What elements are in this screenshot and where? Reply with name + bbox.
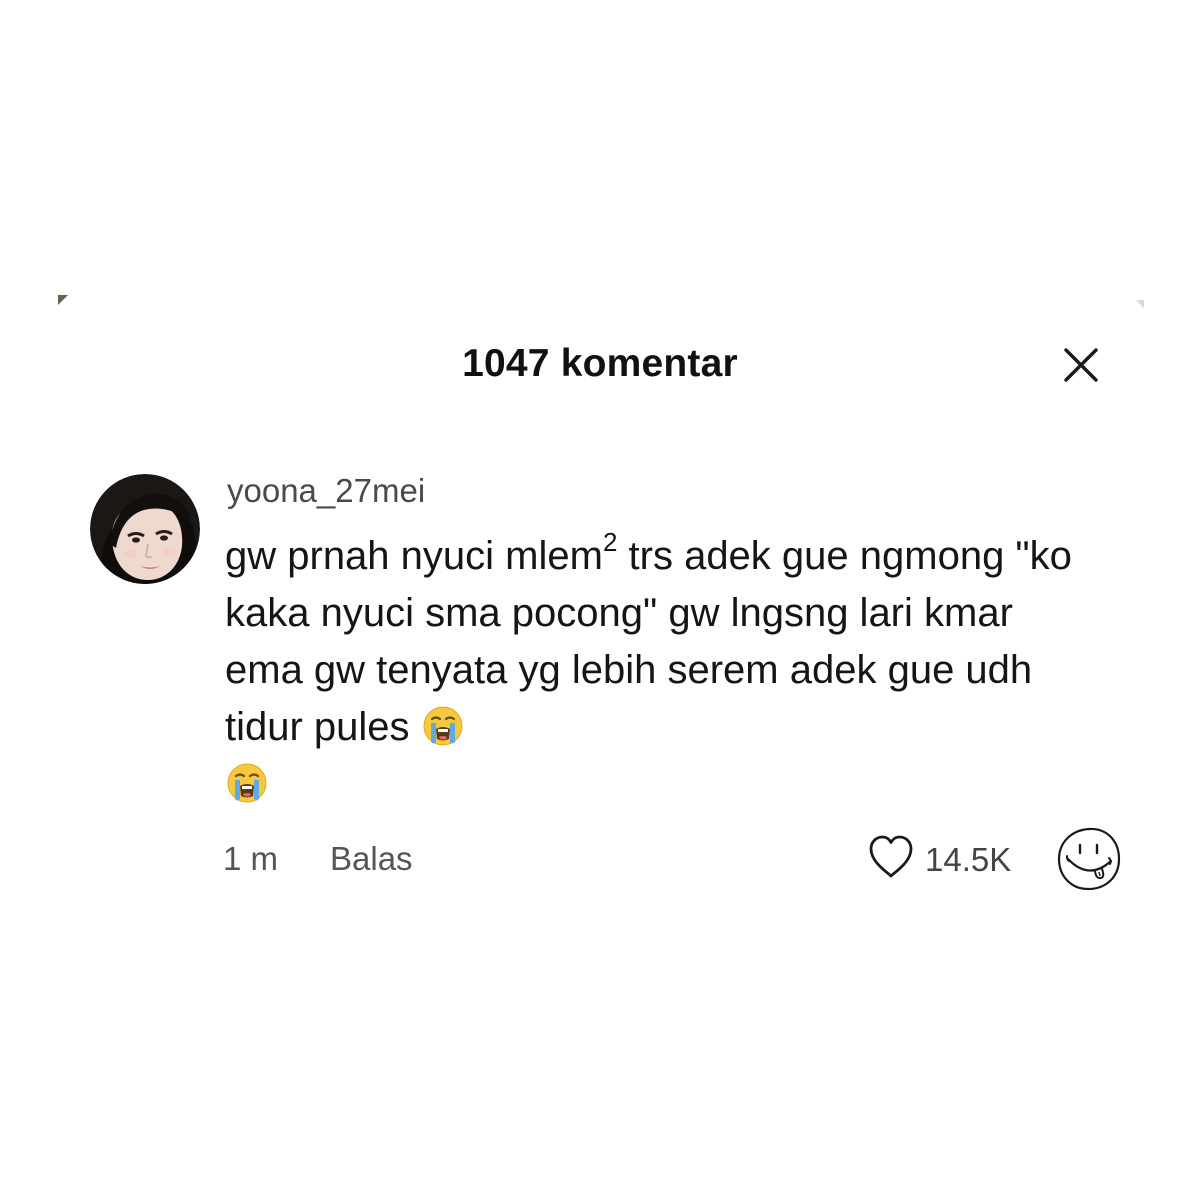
avatar-image	[90, 474, 200, 584]
close-button[interactable]	[1056, 340, 1106, 390]
heart-outline-icon	[869, 835, 913, 878]
loudly-crying-face-emoji	[421, 704, 465, 748]
comment-item: yoona_27mei gw prnah nyuci mlem2 trs ade…	[90, 470, 1130, 900]
loudly-crying-face-emoji	[225, 761, 269, 805]
like-count: 14.5K	[925, 841, 1012, 878]
comment-superscript: 2	[602, 527, 618, 557]
comment-username[interactable]: yoona_27mei	[227, 472, 425, 510]
user-avatar[interactable]	[90, 474, 200, 584]
comment-body: gw prnah nyuci mlem2 trs adek gue ngmong…	[225, 528, 1085, 813]
close-icon	[1064, 348, 1098, 382]
corner-mark-left	[58, 295, 68, 305]
reply-button[interactable]: Balas	[330, 840, 413, 878]
comments-count-title: 1047 komentar	[462, 342, 738, 385]
corner-mark-right	[1136, 300, 1144, 308]
comment-text-part1: gw prnah nyuci mlem	[225, 534, 603, 578]
comments-header: 1047 komentar	[0, 330, 1200, 400]
comment-timestamp: 1 m	[223, 840, 279, 877]
smiley-doodle-icon	[1055, 825, 1123, 893]
